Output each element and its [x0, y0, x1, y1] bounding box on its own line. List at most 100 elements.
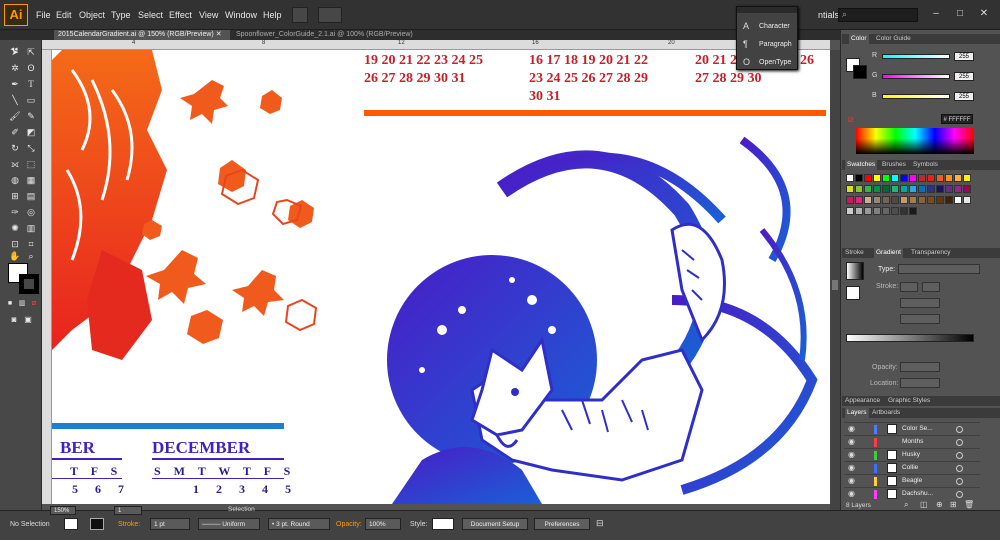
layer-target-icon[interactable]: [956, 478, 963, 485]
gradient-fill-swatch[interactable]: [846, 286, 860, 300]
color-stroke-swatch[interactable]: [853, 65, 867, 79]
layer-row[interactable]: ◉ Collie: [844, 461, 980, 474]
opacity-status-label[interactable]: Opacity:: [336, 521, 362, 528]
menu-file[interactable]: File: [36, 10, 51, 20]
gradient-tool-icon[interactable]: ▤: [25, 190, 37, 202]
artboard-tool-icon[interactable]: ⊡: [9, 238, 21, 250]
control-fill-swatch[interactable]: [64, 518, 78, 530]
visibility-eye-icon[interactable]: ◉: [848, 424, 855, 433]
gradient-mode-icon[interactable]: ▥: [16, 298, 28, 310]
swatch[interactable]: [864, 196, 872, 204]
shape-builder-tool-icon[interactable]: ◍: [9, 174, 21, 186]
opacity-input[interactable]: [900, 362, 940, 372]
swatch[interactable]: [945, 174, 953, 182]
locate-object-icon[interactable]: ⌕: [904, 500, 908, 510]
swatch[interactable]: [855, 196, 863, 204]
swatch[interactable]: [918, 174, 926, 182]
graphic-style-swatch[interactable]: [432, 518, 454, 530]
paragraph-icon[interactable]: ¶: [743, 39, 753, 49]
scale-tool-icon[interactable]: ⤡: [25, 142, 37, 154]
menu-window[interactable]: Window: [225, 10, 257, 20]
blob-brush-tool-icon[interactable]: ✐: [9, 126, 21, 138]
new-layer-icon[interactable]: ⊞: [950, 500, 957, 509]
swatch[interactable]: [891, 174, 899, 182]
menu-select[interactable]: Select: [138, 10, 163, 20]
opentype-icon[interactable]: O: [743, 57, 753, 67]
swatch[interactable]: [918, 196, 926, 204]
maximize-icon[interactable]: □: [954, 8, 966, 20]
red-value-input[interactable]: 255: [954, 52, 974, 61]
green-value-input[interactable]: 255: [954, 72, 974, 81]
swatch[interactable]: [900, 174, 908, 182]
swatch[interactable]: [900, 207, 908, 215]
tab-transparency[interactable]: Transparency: [911, 248, 951, 258]
menu-view[interactable]: View: [199, 10, 218, 20]
menu-effect[interactable]: Effect: [169, 10, 192, 20]
character-icon[interactable]: A: [743, 21, 753, 31]
bridge-button[interactable]: [292, 7, 308, 23]
close-icon[interactable]: ✕: [978, 8, 990, 20]
hex-value-input[interactable]: # FFFFFF: [941, 114, 973, 124]
zoom-tool-icon[interactable]: ⌕: [25, 250, 37, 262]
location-input[interactable]: [900, 378, 940, 388]
tab-color[interactable]: Color: [849, 34, 869, 44]
swatch[interactable]: [891, 207, 899, 215]
swatch[interactable]: [882, 185, 890, 193]
artboard-canvas[interactable]: 19 20 21 22 23 24 25 26 27 28 29 30 31 1…: [52, 50, 830, 504]
screen-mode-icon[interactable]: ▣: [22, 314, 34, 326]
gradient-preview[interactable]: [846, 262, 864, 280]
swatch[interactable]: [909, 185, 917, 193]
align-icon[interactable]: ⊟: [596, 518, 604, 529]
tab-graphic-styles[interactable]: Graphic Styles: [888, 396, 930, 406]
tab-symbols[interactable]: Symbols: [913, 160, 938, 170]
none-color-icon[interactable]: ⧄: [848, 114, 854, 125]
new-sublayer-icon[interactable]: ⊕: [936, 500, 943, 509]
swatch[interactable]: [891, 185, 899, 193]
swatch[interactable]: [927, 196, 935, 204]
workspace-switcher[interactable]: ntials: [818, 10, 839, 20]
scroll-thumb[interactable]: [832, 280, 838, 290]
swatch[interactable]: [945, 185, 953, 193]
slice-tool-icon[interactable]: ⌗: [25, 238, 37, 250]
swatch[interactable]: [873, 196, 881, 204]
swatch[interactable]: [882, 196, 890, 204]
hand-tool-icon[interactable]: ✋: [9, 250, 21, 262]
mesh-tool-icon[interactable]: ⊞: [9, 190, 21, 202]
swatch[interactable]: [954, 196, 962, 204]
tab-color-guide[interactable]: Color Guide: [876, 34, 911, 44]
variable-width-dropdown[interactable]: ──── Uniform: [198, 518, 260, 530]
gradient-type-dropdown[interactable]: [898, 264, 980, 274]
selection-tool-icon[interactable]: ➤: [9, 46, 21, 58]
swatch[interactable]: [900, 196, 908, 204]
visibility-eye-icon[interactable]: ◉: [848, 437, 855, 446]
swatch[interactable]: [873, 207, 881, 215]
tab-layers[interactable]: Layers: [845, 408, 869, 418]
swatch[interactable]: [882, 174, 890, 182]
stroke-gradient-option-2[interactable]: [922, 282, 940, 292]
none-mode-icon[interactable]: ⧄: [28, 298, 40, 310]
eyedropper-tool-icon[interactable]: ✑: [9, 206, 21, 218]
color-mode-icon[interactable]: ■: [4, 298, 16, 310]
rotate-tool-icon[interactable]: ↻: [9, 142, 21, 154]
perspective-grid-tool-icon[interactable]: ▦: [25, 174, 37, 186]
minimize-icon[interactable]: –: [930, 8, 942, 20]
layer-row[interactable]: ◉ Beagle: [844, 474, 980, 487]
swatch[interactable]: [846, 207, 854, 215]
layer-target-icon[interactable]: [956, 465, 963, 472]
search-input[interactable]: ⌕: [838, 8, 918, 22]
green-slider[interactable]: [882, 74, 950, 79]
layer-target-icon[interactable]: [956, 452, 963, 459]
swatch[interactable]: [963, 174, 971, 182]
type-tool-icon[interactable]: T: [25, 78, 37, 90]
menu-edit[interactable]: Edit: [56, 10, 72, 20]
menu-object[interactable]: Object: [79, 10, 105, 20]
eraser-tool-icon[interactable]: ◩: [25, 126, 37, 138]
opacity-status-input[interactable]: 100%: [365, 518, 401, 530]
layer-row[interactable]: ◉ Dachshu...: [844, 487, 980, 500]
make-clipping-mask-icon[interactable]: ◫: [920, 500, 928, 509]
arrange-documents-button[interactable]: [318, 7, 342, 23]
red-slider[interactable]: [882, 54, 950, 59]
layer-row[interactable]: ◉ Months: [844, 435, 980, 448]
swatch[interactable]: [864, 207, 872, 215]
free-transform-tool-icon[interactable]: ⬚: [25, 158, 37, 170]
